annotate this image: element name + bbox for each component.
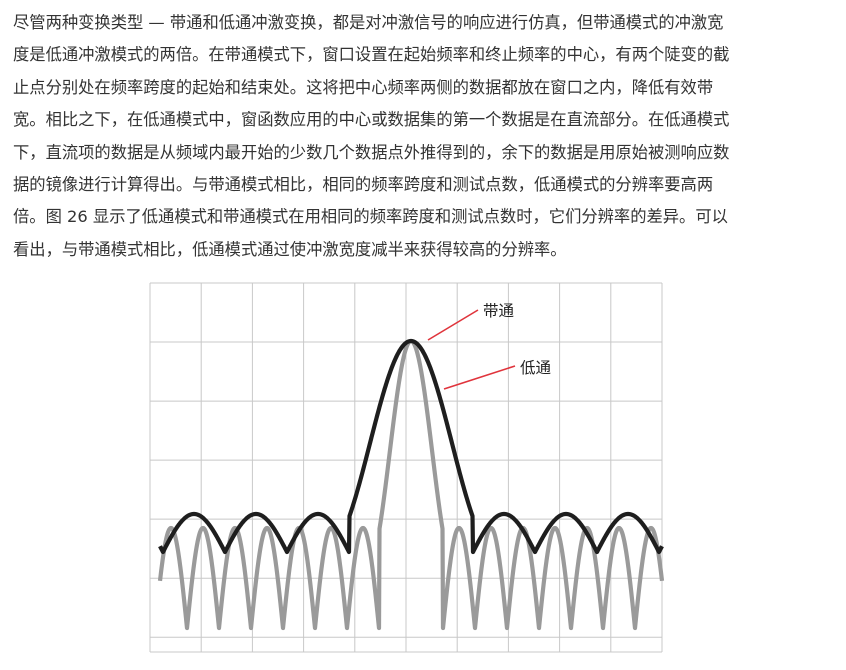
paragraph-line-7: 倍。图 26 显示了低通模式和带通模式在用相同的频率跨度和测试点数时，它们分辨率… bbox=[13, 207, 728, 227]
paragraph-line-1: 尽管两种变换类型 — 带通和低通冲激变换，都是对冲激信号的响应进行仿真，但带通模… bbox=[13, 13, 724, 32]
lowpass-annotation-line bbox=[443, 365, 516, 390]
article-paragraph: 尽管两种变换类型 — 带通和低通冲激变换，都是对冲激信号的响应进行仿真，但带通模… bbox=[13, 7, 835, 266]
bandpass-curve bbox=[158, 338, 664, 555]
paragraph-line-4: 宽。相比之下，在低通模式中，窗函数应用的中心或数据集的第一个数据是在直流部分。在… bbox=[13, 110, 730, 130]
lowpass-label: 低通 bbox=[520, 359, 552, 377]
paragraph-line-2: 度是低通冲激模式的两倍。在带通模式下，窗口设置在起始频率和终止频率的中心，有两个… bbox=[13, 45, 730, 65]
paragraph-line-5: 下，直流项的数据是从频域内最开始的少数几个数据点外推得到的，余下的数据是用原始被… bbox=[13, 142, 730, 162]
paragraph-line-8: 看出，与带通模式相比，低通模式通过使冲激宽度减半来获得较高的分辨率。 bbox=[13, 239, 567, 259]
paragraph-line-3: 止点分别处在频率跨度的起始和结束处。这将把中心频率两侧的数据都放在窗口之内，降低… bbox=[13, 77, 714, 97]
lowpass-curve bbox=[157, 338, 665, 631]
bandpass-annotation-line bbox=[427, 309, 479, 341]
figure-grid bbox=[149, 282, 663, 653]
paragraph-line-6: 据的镜像进行计算得出。与带通模式相比，相同的频率跨度和测试点数，低通模式的分辨率… bbox=[13, 174, 714, 194]
bandpass-label: 带通 bbox=[483, 302, 515, 320]
